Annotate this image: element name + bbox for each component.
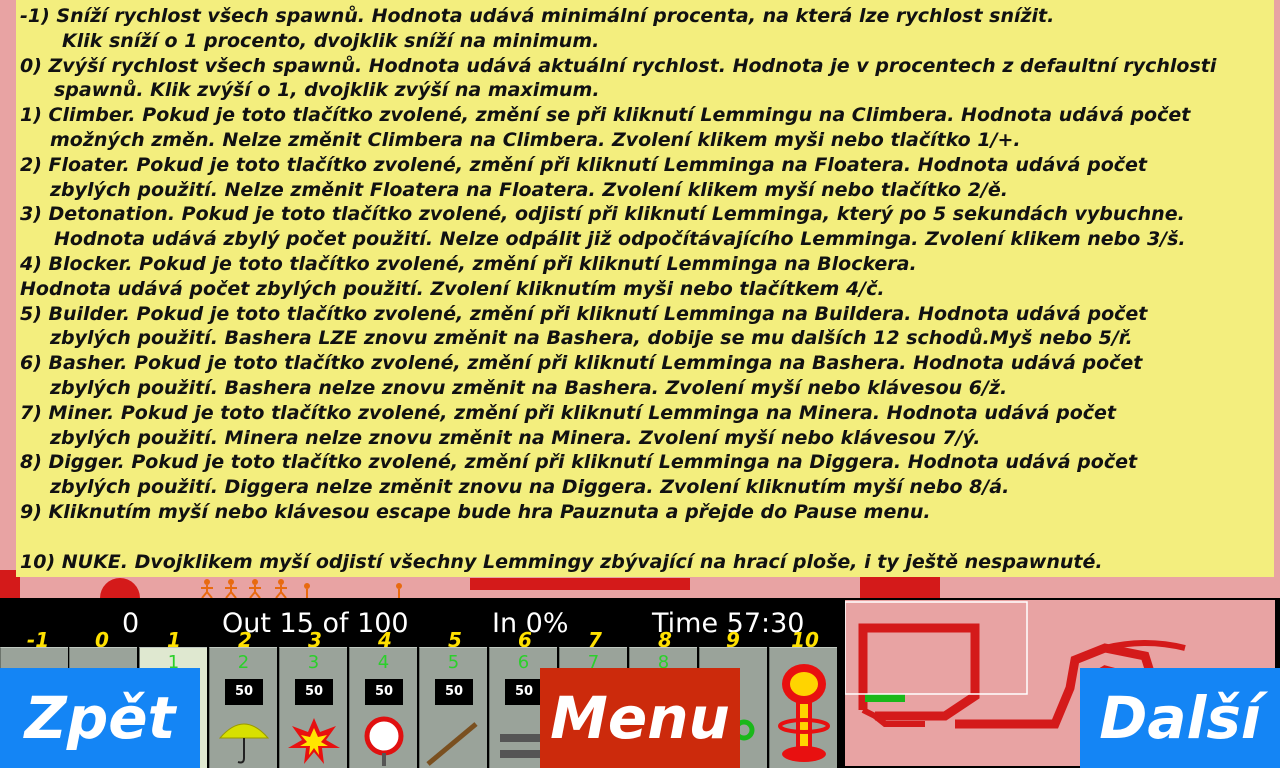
- stairs-icon: [426, 722, 478, 766]
- nuke-button[interactable]: [769, 647, 837, 768]
- help-line: 4) Blocker. Pokud je toto tlačítko zvole…: [20, 252, 917, 275]
- help-line: Hodnota udává počet zbylých použití. Zvo…: [20, 277, 885, 300]
- lemming-icon[interactable]: [272, 578, 290, 598]
- help-line: 1) Climber. Pokud je toto tlačítko zvole…: [20, 104, 1191, 127]
- blocker-button[interactable]: 4 50: [349, 647, 417, 768]
- help-line: zbylých použití. Bashera LZE znovu změni…: [50, 327, 1133, 350]
- lemming-icon[interactable]: [298, 578, 316, 598]
- help-line: možných změn. Nelze změnit Climbera na C…: [50, 128, 1021, 151]
- help-panel: -1) Sníží rychlost všech spawnů. Hodnota…: [16, 0, 1274, 577]
- button-level: 2: [237, 652, 250, 673]
- next-button[interactable]: Další: [1080, 668, 1280, 768]
- help-line: 7) Miner. Pokud je toto tlačítko zvolené…: [20, 401, 1116, 424]
- lemming-icon[interactable]: [198, 578, 216, 598]
- help-line: spawnů. Klik zvýší o 1, dvojklik zvýší n…: [54, 79, 600, 102]
- minimap-viewport[interactable]: [844, 601, 1028, 695]
- bomber-button[interactable]: 3 50: [279, 647, 347, 768]
- help-line: Klik sníží o 1 procento, dvojklik sníží …: [62, 29, 600, 52]
- help-line: 3) Detonation. Pokud je toto tlačítko zv…: [20, 203, 1185, 226]
- help-line: 0) Zvýší rychlost všech spawnů. Hodnota …: [20, 54, 1217, 77]
- skill-count: 50: [365, 679, 403, 705]
- terrain: [860, 577, 940, 598]
- help-line: 2) Floater. Pokud je toto tlačítko zvole…: [20, 153, 1147, 176]
- button-level: 4: [377, 652, 390, 673]
- umbrella-icon: [218, 723, 270, 764]
- floater-button[interactable]: 2 50: [209, 647, 277, 768]
- button-level: 5: [447, 652, 460, 673]
- lemming-icon[interactable]: [390, 578, 408, 598]
- help-line: zbylých použití. Nelze změnit Floatera n…: [50, 178, 1008, 201]
- stop-sign-icon: [364, 716, 404, 766]
- help-line: zbylých použití. Bashera nelze znovu změ…: [50, 376, 1008, 399]
- skill-count: 50: [505, 679, 543, 705]
- help-line: Hodnota udává zbylý počet použití. Nelze…: [54, 228, 1186, 251]
- menu-button[interactable]: Menu: [540, 668, 740, 768]
- lemming-icon[interactable]: [246, 578, 264, 598]
- help-line: 9) Kliknutím myší nebo klávesou escape b…: [20, 500, 931, 523]
- help-line: 6) Basher. Pokud je toto tlačítko zvolen…: [20, 352, 1143, 375]
- skill-count: 50: [295, 679, 333, 705]
- terrain: [100, 578, 140, 598]
- skill-count: 50: [435, 679, 473, 705]
- help-line: zbylých použití. Minera nelze znovu změn…: [50, 426, 981, 449]
- help-line: 10) NUKE. Dvojklikem myší odjistí všechn…: [20, 550, 1103, 573]
- button-level: 3: [307, 652, 320, 673]
- terrain: [470, 578, 690, 590]
- help-line: 8) Digger. Pokud je toto tlačítko zvolen…: [20, 451, 1138, 474]
- help-line: zbylých použití. Diggera nelze změnit zn…: [50, 476, 1010, 499]
- back-button[interactable]: Zpět: [0, 668, 200, 768]
- builder-button[interactable]: 5 50: [419, 647, 487, 768]
- mushroom-cloud-icon: [778, 664, 830, 762]
- lemming-icon[interactable]: [222, 578, 240, 598]
- explosion-icon: [288, 718, 340, 764]
- skill-count: 50: [225, 679, 263, 705]
- help-line: -1) Sníží rychlost všech spawnů. Hodnota…: [20, 5, 1055, 27]
- help-spacer: [20, 525, 1274, 550]
- help-line: 5) Builder. Pokud je toto tlačítko zvole…: [20, 302, 1148, 325]
